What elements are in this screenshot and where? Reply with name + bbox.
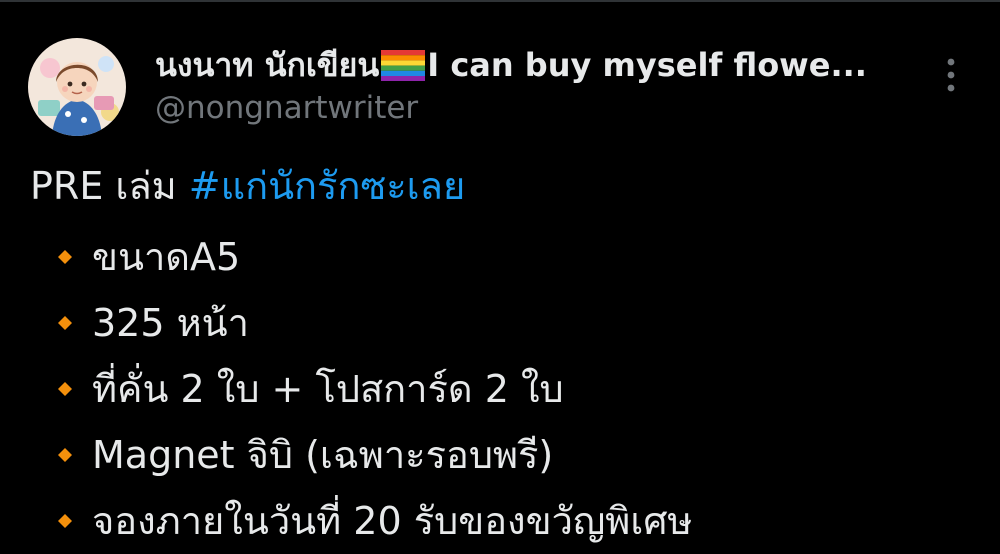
- more-options-icon: [947, 58, 955, 92]
- list-item: 325 หน้า: [30, 290, 980, 356]
- author-display-name-text: นงนาท นักเขียน: [155, 45, 380, 84]
- list-item-text: Magnet จิบิ (เฉพาะรอบพรี): [92, 433, 554, 477]
- list-item: ขนาดA5: [30, 224, 980, 290]
- hashtag-link[interactable]: #แก่นักรักซะเลย: [189, 158, 465, 214]
- more-options-button[interactable]: [932, 52, 970, 98]
- small-orange-diamond-icon: [52, 244, 78, 270]
- tweet-text: PRE เล่ม #แก่นักรักซะเลย ขนาดA5 325 หน้า…: [30, 158, 980, 554]
- tweet-intro-text: PRE เล่ม: [30, 164, 177, 208]
- small-orange-diamond-icon: [52, 310, 78, 336]
- rainbow-flag-icon: [381, 49, 426, 81]
- author-display-name-suffix: I can buy myself flowe...: [427, 46, 867, 84]
- list-item-text: จองภายในวันที่ 20 รับของขวัญพิเศษ: [92, 499, 693, 543]
- list-item: จองภายในวันที่ 20 รับของขวัญพิเศษ: [30, 488, 980, 554]
- list-item-text: 325 หน้า: [92, 301, 249, 345]
- small-orange-diamond-icon: [52, 508, 78, 534]
- small-orange-diamond-icon: [52, 442, 78, 468]
- list-item-text: ที่คั่น 2 ใบ + โปสการ์ด 2 ใบ: [92, 367, 564, 411]
- author-display-name[interactable]: นงนาท นักเขียน I can buy myself flowe...: [155, 42, 915, 88]
- top-divider: [0, 0, 1000, 2]
- small-orange-diamond-icon: [52, 376, 78, 402]
- list-item: Magnet จิบิ (เฉพาะรอบพรี): [30, 422, 980, 488]
- author-handle[interactable]: @nongnartwriter: [155, 88, 418, 128]
- tweet-intro-line: PRE เล่ม #แก่นักรักซะเลย: [30, 158, 980, 214]
- avatar-illustration-icon: [28, 38, 126, 136]
- list-item: ที่คั่น 2 ใบ + โปสการ์ด 2 ใบ: [30, 356, 980, 422]
- list-item-text: ขนาดA5: [92, 235, 241, 279]
- avatar[interactable]: [28, 38, 126, 136]
